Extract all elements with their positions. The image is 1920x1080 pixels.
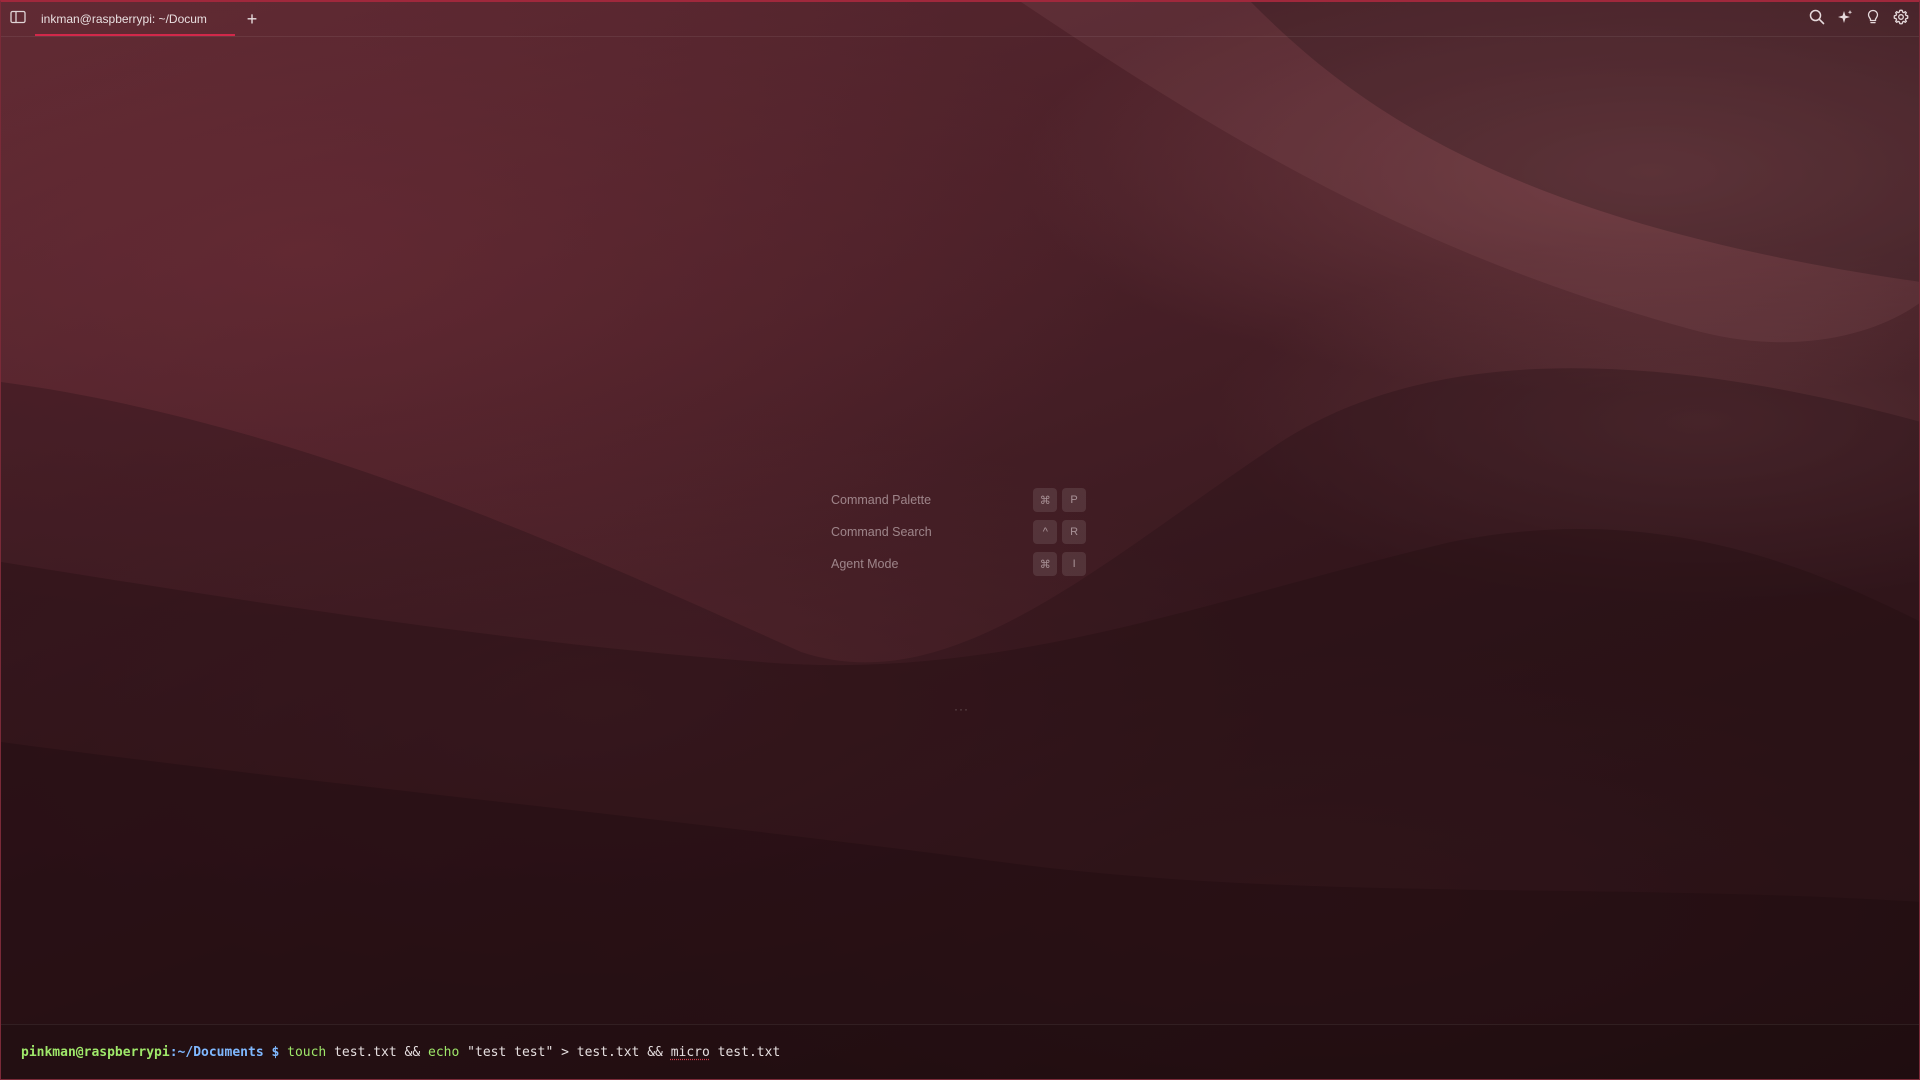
shortcut-label: Command Search: [831, 525, 932, 539]
tips-button[interactable]: [1863, 9, 1883, 29]
shortcut-label: Agent Mode: [831, 557, 899, 571]
cmd-string: "test test": [467, 1045, 554, 1060]
shortcut-label: Command Palette: [831, 493, 932, 507]
key-ctrl: ^: [1033, 520, 1058, 544]
search-button[interactable]: [1807, 9, 1827, 29]
ai-sparkle-icon: [1837, 9, 1853, 30]
key-r: R: [1062, 520, 1086, 544]
cmd-touch: touch: [287, 1045, 327, 1060]
shortcut-command-palette[interactable]: Command Palette ⌘ P: [831, 484, 1091, 516]
gear-icon: [1893, 9, 1909, 30]
tab-terminal[interactable]: inkman@raspberrypi: ~/Docum: [35, 2, 235, 36]
terminal-window: inkman@raspberrypi: ~/Docum + Command Pa…: [0, 0, 1920, 1080]
resize-handle[interactable]: ···: [954, 702, 969, 716]
sidebar-toggle-button[interactable]: [1, 2, 35, 36]
prompt-user-host: pinkman@raspberrypi: [21, 1045, 170, 1060]
prompt-path: ~/Documents: [177, 1045, 264, 1060]
cmd-micro: micro: [670, 1045, 710, 1060]
cmd-arg: test.txt: [576, 1045, 640, 1060]
lightbulb-icon: [1865, 9, 1881, 30]
key-i: I: [1062, 552, 1086, 576]
shortcut-agent-mode[interactable]: Agent Mode ⌘ I: [831, 548, 1091, 580]
cmd-arg: test.txt: [717, 1045, 781, 1060]
command-line[interactable]: pinkman@raspberrypi:~/Documents $ touch …: [21, 1045, 780, 1060]
command-input-area[interactable]: pinkman@raspberrypi:~/Documents $ touch …: [1, 1024, 1919, 1079]
ai-button[interactable]: [1835, 9, 1855, 29]
sidebar-toggle-icon: [10, 10, 26, 29]
tab-title: inkman@raspberrypi: ~/Docum: [41, 12, 207, 26]
new-tab-button[interactable]: +: [237, 2, 267, 36]
tab-bar: inkman@raspberrypi: ~/Docum +: [1, 2, 1919, 37]
toolbar-icons: [1807, 2, 1911, 36]
shortcut-hints: Command Palette ⌘ P Command Search ^ R A…: [831, 484, 1091, 580]
cmd-redirect: >: [561, 1045, 569, 1060]
cmd-arg: test.txt: [334, 1045, 397, 1060]
prompt-colon: :: [169, 1045, 178, 1060]
cmd-operator: &&: [404, 1045, 421, 1060]
prompt-symbol: $: [271, 1045, 280, 1060]
key-cmd: ⌘: [1033, 488, 1058, 512]
shortcut-command-search[interactable]: Command Search ^ R: [831, 516, 1091, 548]
cmd-operator: &&: [647, 1045, 663, 1060]
key-p: P: [1062, 488, 1086, 512]
search-icon: [1809, 9, 1825, 30]
cmd-echo: echo: [428, 1045, 460, 1060]
settings-button[interactable]: [1891, 9, 1911, 29]
key-cmd: ⌘: [1033, 552, 1058, 576]
